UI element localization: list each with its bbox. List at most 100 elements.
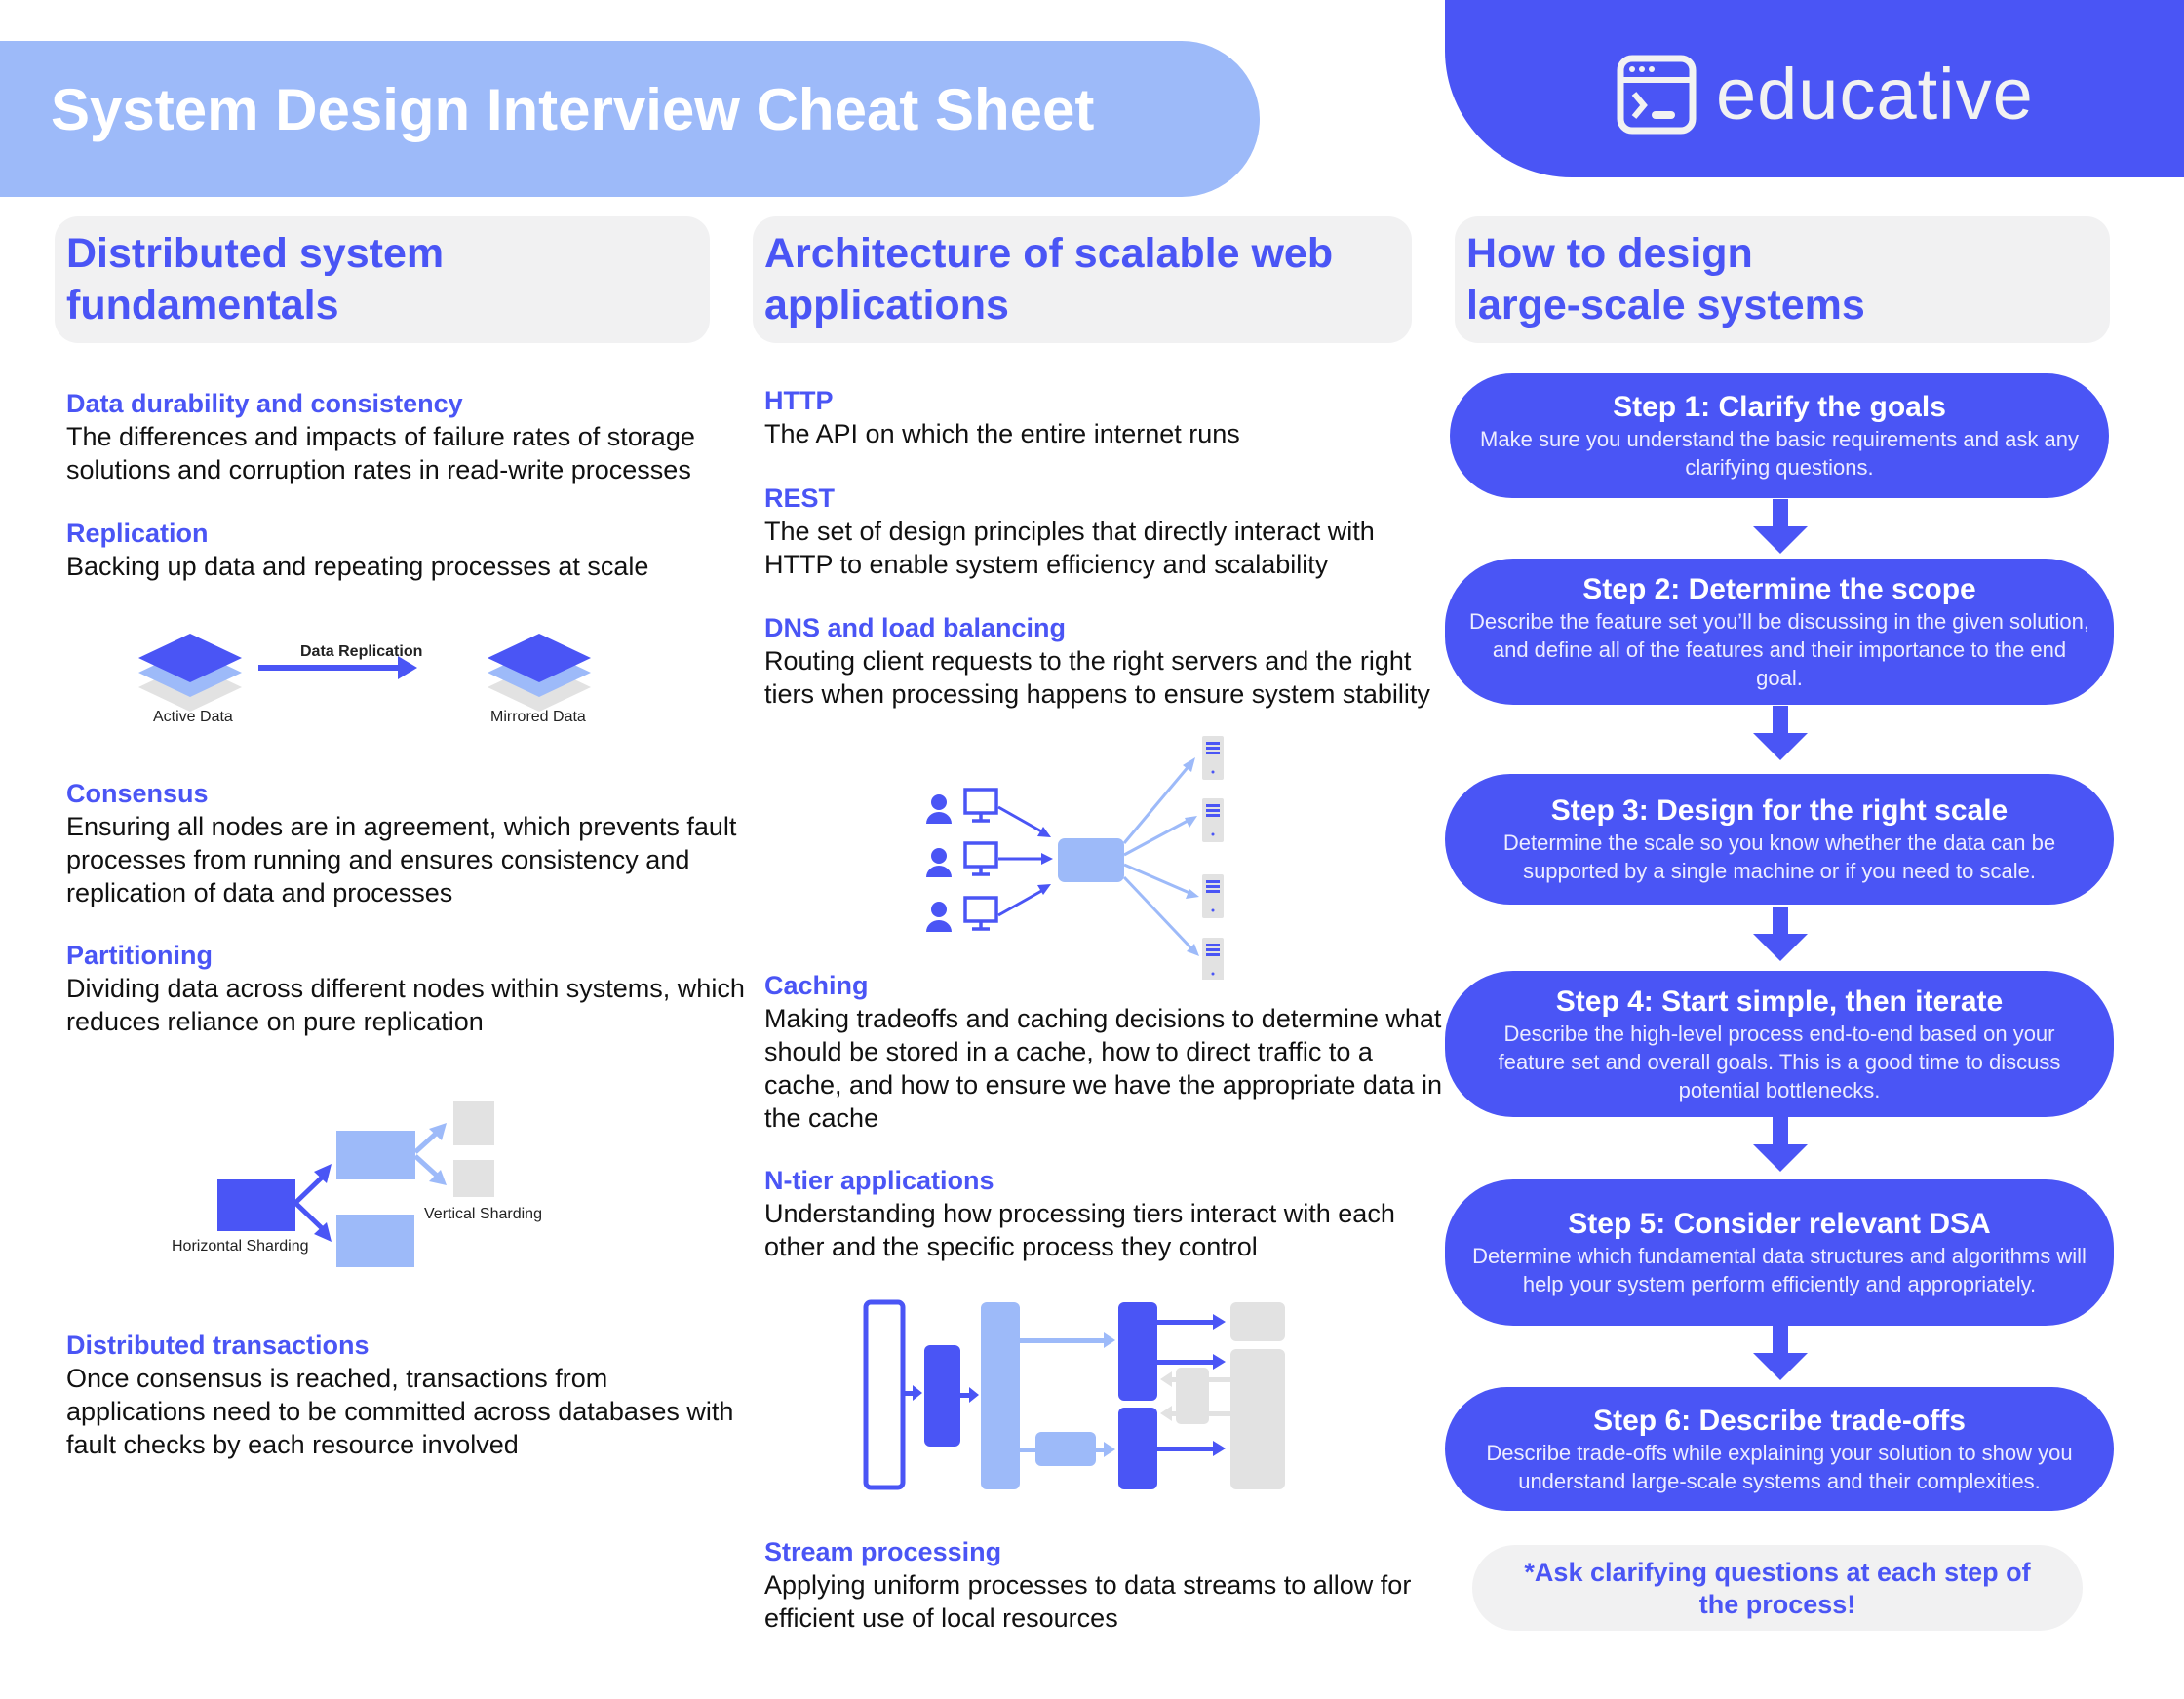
server-icon [1202,798,1224,842]
step-4: Step 4: Start simple, then iterate Descr… [1445,971,2114,1117]
step-desc: Determine the scale so you know whether … [1502,830,2056,883]
topic-n-tier: N-tier applications Understanding how pr… [764,1164,1447,1263]
server-icon [1202,736,1224,780]
horizontal-shard-top [336,1131,415,1179]
step-desc: Determine which fundamental data structu… [1472,1244,2086,1296]
topic-http: HTTP The API on which the entire interne… [764,384,1447,450]
step-title: Step 6: Describe trade-offs [1593,1404,1966,1437]
mirrored-data-stack-icon [488,634,591,712]
vertical-shard-bottom [453,1160,494,1197]
topic-title: N-tier applications [764,1166,994,1195]
topic-caching: Caching Making tradeoffs and caching dec… [764,969,1447,1135]
step-3: Step 3: Design for the right scale Deter… [1445,774,2114,905]
user-icon [926,794,952,824]
step-5: Step 5: Consider relevant DSA Determine … [1445,1179,2114,1326]
page-title: System Design Interview Cheat Sheet [51,77,1095,142]
topic-desc: The differences and impacts of failure r… [66,422,695,484]
topic-distributed-transactions: Distributed transactions Once consensus … [66,1329,749,1461]
user-icons [926,794,952,932]
monitor-icon [963,788,998,823]
topic-title: REST [764,483,836,513]
horizontal-sharding-label: Horizontal Sharding [172,1238,309,1255]
active-data-label: Active Data [153,709,233,725]
server-icon [1202,874,1224,918]
load-balancing-diagram [926,736,1224,980]
step-title: Step 5: Consider relevant DSA [1568,1208,1991,1240]
column-header-design-steps: How to design large-scale systems [1455,216,2110,343]
presentation-tier-box [924,1345,960,1447]
topic-rest: REST The set of design principles that d… [764,482,1447,581]
replication-arrow-label: Data Replication [300,643,423,660]
step-6: Step 6: Describe trade-offs Describe tra… [1445,1387,2114,1511]
topic-title: Data durability and consistency [66,389,463,418]
server-icons [1202,736,1224,980]
step-desc: Describe the feature set you’ll be discu… [1469,608,2089,690]
user-icon [926,902,952,932]
vertical-shard-top [453,1101,494,1145]
topic-consensus: Consensus Ensuring all nodes are in agre… [66,777,749,909]
step-title: Step 4: Start simple, then iterate [1555,985,2004,1018]
column-heading: Distributed system fundamentals [66,230,445,328]
step-2: Step 2: Determine the scope Describe the… [1445,559,2114,705]
application-tier-box [981,1302,1020,1489]
load-balancer-box [1058,838,1124,882]
topic-desc: The API on which the entire internet run… [764,419,1240,448]
data-store-box-top [1230,1302,1285,1341]
topic-desc: Understanding how processing tiers inter… [764,1199,1395,1261]
source-shard-block [217,1179,295,1231]
down-arrow-icon [1753,907,1808,961]
brand-name: educative [1716,54,2034,135]
topic-title: Partitioning [66,941,213,970]
topic-desc: Making tradeoffs and caching decisions t… [764,1004,1442,1133]
step-title: Step 3: Design for the right scale [1550,794,2008,827]
mirrored-data-label: Mirrored Data [490,709,586,725]
n-tier-diagram [863,1299,1285,1490]
step-desc: Describe trade-offs while explaining you… [1486,1440,2073,1493]
step-desc: Describe the high-level process end-to-e… [1498,1021,2061,1102]
topic-title: Stream processing [764,1537,1002,1566]
down-arrow-icon [1753,1326,1808,1380]
step-title: Step 2: Determine the scope [1582,572,1976,605]
monitor-icon [963,841,998,876]
down-arrow-icon [1753,1117,1808,1172]
topic-desc: Once consensus is reached, transactions … [66,1364,734,1459]
topic-desc: Applying uniform processes to data strea… [764,1570,1412,1633]
step-title: Step 1: Clarify the goals [1613,391,1946,423]
topic-replication: Replication Backing up data and repeatin… [66,517,749,583]
down-arrow-icon [1753,499,1808,554]
vertical-arrows [413,1123,447,1185]
column-heading: How to design large-scale systems [1466,230,1865,328]
topic-partitioning: Partitioning Dividing data across differ… [66,939,749,1038]
topic-title: Caching [764,971,869,1000]
topic-title: Distributed transactions [66,1331,370,1360]
topic-desc: Dividing data across different nodes wit… [66,974,745,1036]
column-header-fundamentals: Distributed system fundamentals [55,216,710,343]
client-tier-box [863,1299,906,1490]
down-arrow-icon [1753,706,1808,760]
active-data-stack-icon [138,634,242,712]
topic-data-durability: Data durability and consistency The diff… [66,387,749,486]
topic-title: DNS and load balancing [764,613,1067,642]
topic-title: Replication [66,519,209,548]
topic-desc: Backing up data and repeating processes … [66,552,649,581]
logic-tier-box-top [1118,1302,1157,1401]
data-store-box-bottom [1230,1349,1285,1489]
clarifying-questions-note: *Ask clarifying questions at each step o… [1472,1545,2083,1631]
topic-title: HTTP [764,386,834,415]
horizontal-shard-bottom [336,1215,414,1267]
topic-stream-processing: Stream processing Applying uniform proce… [764,1535,1447,1635]
logic-tier-box-bottom [1118,1408,1157,1489]
column-heading: Architecture of scalable web application… [764,230,1334,328]
step-1: Step 1: Clarify the goals Make sure you … [1450,373,2109,498]
middleware-box [1035,1432,1096,1466]
vertical-sharding-label: Vertical Sharding [424,1206,542,1222]
terminal-window-icon [1617,55,1696,134]
server-arrows [1122,757,1199,956]
client-arrows [997,805,1053,917]
topic-title: Consensus [66,779,209,808]
topic-desc: The set of design principles that direct… [764,517,1375,579]
monitor-icons [963,788,998,931]
topic-desc: Ensuring all nodes are in agreement, whi… [66,812,737,907]
step-desc: Make sure you understand the basic requi… [1480,427,2079,480]
brand-logo[interactable]: educative [1617,53,2034,135]
